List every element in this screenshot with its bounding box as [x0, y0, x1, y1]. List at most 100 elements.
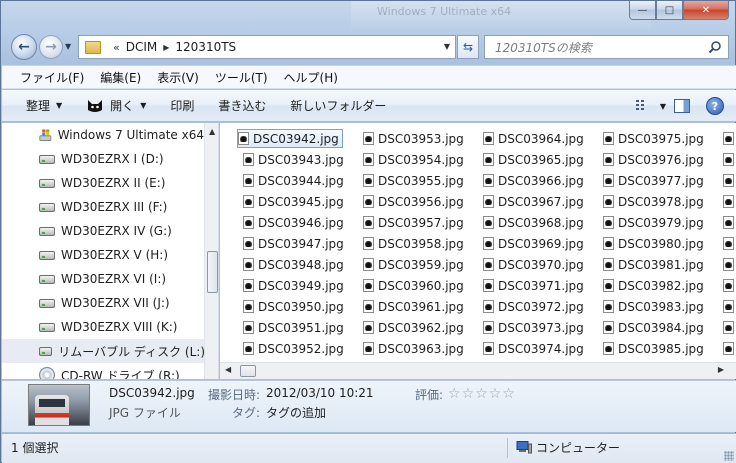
scroll-thumb[interactable]: [240, 365, 256, 377]
nav-item-drive-d[interactable]: WD30EZRX I (D:): [2, 147, 204, 171]
file-item[interactable]: DSC03985.jpg: [603, 339, 704, 358]
search-input[interactable]: 120310TSの検索: [484, 35, 729, 59]
forward-button[interactable]: →: [39, 35, 63, 59]
file-item[interactable]: DSC03972.jpg: [483, 297, 584, 316]
file-item[interactable]: DSC03976.jpg: [603, 150, 704, 169]
file-item[interactable]: DSC03961.jpg: [363, 297, 464, 316]
file-item-partial[interactable]: [723, 213, 736, 232]
nav-item-drive-i[interactable]: WD30EZRX VI (I:): [2, 267, 204, 291]
star-icon[interactable]: ☆: [475, 387, 488, 401]
change-view-icon[interactable]: [635, 99, 652, 113]
resize-grip[interactable]: [724, 451, 734, 461]
tags-value[interactable]: タグの追加: [266, 404, 326, 421]
star-icon[interactable]: ☆: [448, 387, 461, 401]
file-item[interactable]: DSC03953.jpg: [363, 129, 464, 148]
file-item[interactable]: DSC03974.jpg: [483, 339, 584, 358]
search-icon[interactable]: [708, 40, 722, 54]
nav-item-drive-k[interactable]: WD30EZRX VIII (K:): [2, 315, 204, 339]
star-icon[interactable]: ☆: [502, 387, 515, 401]
file-item-partial[interactable]: [723, 192, 736, 211]
file-item[interactable]: DSC03958.jpg: [363, 234, 464, 253]
nav-item-drive-h[interactable]: WD30EZRX V (H:): [2, 243, 204, 267]
file-item[interactable]: DSC03951.jpg: [243, 318, 344, 337]
file-item[interactable]: DSC03957.jpg: [363, 213, 464, 232]
file-item[interactable]: DSC03946.jpg: [243, 213, 344, 232]
breadcrumb-120310ts[interactable]: 120310TS: [175, 40, 236, 54]
minimize-button[interactable]: —: [629, 1, 656, 20]
file-item[interactable]: DSC03944.jpg: [243, 171, 344, 190]
file-item[interactable]: DSC03971.jpg: [483, 276, 584, 295]
recent-pages-dropdown[interactable]: ▼: [65, 42, 71, 51]
file-item[interactable]: DSC03955.jpg: [363, 171, 464, 190]
menu-tools[interactable]: ツール(T): [207, 69, 276, 86]
file-item[interactable]: DSC03949.jpg: [243, 276, 344, 295]
file-item-partial[interactable]: [723, 234, 736, 253]
new-folder-button[interactable]: 新しいフォルダー: [278, 97, 398, 114]
nav-vertical-scrollbar[interactable]: ▲: [204, 123, 218, 379]
file-item[interactable]: DSC03982.jpg: [603, 276, 704, 295]
file-item[interactable]: DSC03984.jpg: [603, 318, 704, 337]
file-item[interactable]: DSC03965.jpg: [483, 150, 584, 169]
file-item[interactable]: DSC03981.jpg: [603, 255, 704, 274]
file-item[interactable]: DSC03966.jpg: [483, 171, 584, 190]
nav-item-drive-r[interactable]: CD-RW ドライブ (R:): [2, 363, 204, 379]
menu-help[interactable]: ヘルプ(H): [276, 69, 346, 86]
file-item-partial[interactable]: [723, 171, 736, 190]
menu-edit[interactable]: 編集(E): [92, 69, 149, 86]
file-item-partial[interactable]: [723, 297, 736, 316]
file-item[interactable]: DSC03964.jpg: [483, 129, 584, 148]
menu-view[interactable]: 表示(V): [149, 69, 207, 86]
file-item[interactable]: DSC03954.jpg: [363, 150, 464, 169]
file-item[interactable]: DSC03952.jpg: [243, 339, 344, 358]
file-list-horizontal-scrollbar[interactable]: ◀ ▶: [220, 362, 736, 379]
file-item-partial[interactable]: [723, 255, 736, 274]
star-icon[interactable]: ☆: [489, 387, 502, 401]
file-item[interactable]: DSC03945.jpg: [243, 192, 344, 211]
view-options-dropdown[interactable]: ▼: [660, 102, 666, 111]
nav-item-windows[interactable]: Windows 7 Ultimate x64: [2, 123, 204, 147]
breadcrumb-separator-icon[interactable]: ▶: [163, 43, 169, 52]
menu-file[interactable]: ファイル(F): [12, 69, 92, 86]
scroll-thumb[interactable]: [207, 251, 218, 293]
burn-button[interactable]: 書き込む: [206, 97, 278, 114]
preview-pane-icon[interactable]: [674, 99, 690, 113]
organize-button[interactable]: 整理 ▼: [2, 97, 74, 114]
file-item[interactable]: DSC03978.jpg: [603, 192, 704, 211]
file-item[interactable]: DSC03977.jpg: [603, 171, 704, 190]
file-item[interactable]: DSC03947.jpg: [243, 234, 344, 253]
file-item[interactable]: DSC03967.jpg: [483, 192, 584, 211]
nav-item-drive-g[interactable]: WD30EZRX IV (G:): [2, 219, 204, 243]
file-item[interactable]: DSC03968.jpg: [483, 213, 584, 232]
file-item[interactable]: DSC03943.jpg: [243, 150, 344, 169]
scroll-up-icon[interactable]: ▲: [209, 127, 215, 136]
file-item[interactable]: DSC03979.jpg: [603, 213, 704, 232]
nav-item-drive-f[interactable]: WD30EZRX III (F:): [2, 195, 204, 219]
file-item[interactable]: DSC03975.jpg: [603, 129, 704, 148]
file-item[interactable]: DSC03983.jpg: [603, 297, 704, 316]
print-button[interactable]: 印刷: [158, 97, 206, 114]
scroll-right-icon[interactable]: ▶: [718, 365, 724, 374]
address-overflow[interactable]: «: [113, 41, 120, 54]
file-item-partial[interactable]: [723, 129, 736, 148]
file-item[interactable]: DSC03962.jpg: [363, 318, 464, 337]
address-bar[interactable]: « DCIM ▶ 120310TS ▼: [78, 35, 456, 59]
back-button[interactable]: ←: [11, 34, 37, 60]
rating-stars[interactable]: ☆ ☆ ☆ ☆ ☆: [448, 387, 515, 401]
help-button[interactable]: ?: [706, 97, 724, 115]
file-item[interactable]: DSC03973.jpg: [483, 318, 584, 337]
file-item[interactable]: DSC03960.jpg: [363, 276, 464, 295]
file-item[interactable]: DSC03948.jpg: [243, 255, 344, 274]
close-button[interactable]: ✕: [683, 1, 729, 20]
nav-item-drive-j[interactable]: WD30EZRX VII (J:): [2, 291, 204, 315]
file-item[interactable]: DSC03950.jpg: [243, 297, 344, 316]
file-item-partial[interactable]: [723, 339, 736, 358]
address-history-dropdown[interactable]: ▼: [444, 42, 450, 51]
maximize-button[interactable]: □: [656, 1, 683, 20]
nav-item-drive-e[interactable]: WD30EZRX II (E:): [2, 171, 204, 195]
star-icon[interactable]: ☆: [462, 387, 475, 401]
file-item[interactable]: DSC03959.jpg: [363, 255, 464, 274]
file-item[interactable]: DSC03969.jpg: [483, 234, 584, 253]
breadcrumb-dcim[interactable]: DCIM: [126, 40, 158, 54]
file-item[interactable]: DSC03963.jpg: [363, 339, 464, 358]
file-item-partial[interactable]: [723, 318, 736, 337]
